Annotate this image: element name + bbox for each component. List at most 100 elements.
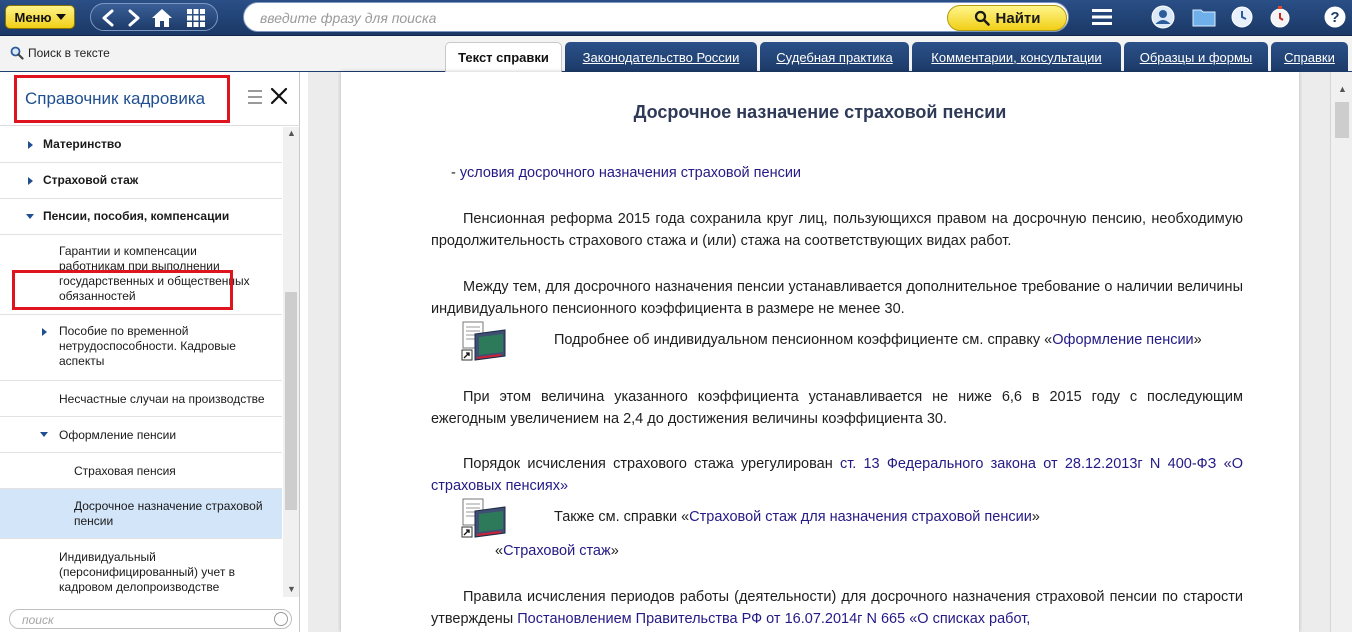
scroll-down-icon[interactable]: ▼ — [287, 584, 296, 594]
document-page: Досрочное назначение страховой пенсии - … — [341, 72, 1299, 632]
insurance-record-for-pension-link[interactable]: Страховой стаж для назначения страховой … — [689, 509, 1032, 525]
search-input[interactable] — [260, 9, 940, 27]
paragraph-text: При этом величина указанного коэффициент… — [431, 389, 1243, 427]
bullet-prefix: - — [451, 165, 460, 181]
collapse-arrow-icon[interactable] — [26, 214, 34, 219]
scrollbar-thumb[interactable] — [1335, 102, 1349, 138]
tab-label: Законодательство России — [582, 49, 740, 65]
sidebar-item-insurance-pension[interactable]: Страховая пенсия — [0, 453, 282, 489]
sidebar-item-personified-accounting[interactable]: Индивидуальный (персонифицированный) уче… — [0, 539, 282, 597]
sidebar-header: Справочник кадровика — [0, 72, 300, 126]
note-2-continued: «Страховой стаж» — [495, 541, 1285, 561]
tab-label: Образцы и формы — [1139, 49, 1253, 65]
magnifier-icon — [974, 10, 990, 26]
sidebar-item-pensions-benefits[interactable]: Пенсии, пособия, компенсации — [0, 199, 282, 235]
search-in-text-button[interactable]: Поиск в тексте — [10, 46, 110, 60]
sidebar-search-input[interactable] — [22, 612, 262, 627]
tab-label: Судебная практика — [776, 49, 893, 65]
close-icon[interactable] — [270, 87, 288, 105]
navigation-group — [90, 3, 218, 31]
sidebar-item-label: Досрочное назначение страховой пенсии — [74, 499, 263, 528]
document-tabs: Текст справки Законодательство России Су… — [445, 42, 1348, 72]
early-pension-conditions-link[interactable]: условия досрочного назначения страховой … — [460, 165, 801, 181]
caret-down-icon — [55, 14, 66, 20]
back-icon[interactable] — [97, 7, 119, 29]
bullet-line: - условия досрочного назначения страхово… — [451, 162, 1263, 184]
sidebar-item-accidents[interactable]: Несчастные случаи на производстве — [0, 381, 282, 417]
magnifier-icon — [10, 46, 24, 60]
user-profile-icon[interactable] — [1150, 4, 1176, 30]
tab-label: Комментарии, консультации — [931, 49, 1102, 65]
help-icon[interactable]: ? — [1322, 4, 1348, 30]
tab-comments[interactable]: Комментарии, консультации — [912, 42, 1121, 72]
sidebar-item-guarantees[interactable]: Гарантии и компенсации работникам при вы… — [0, 235, 282, 315]
government-decree-665-link[interactable]: Постановлением Правительства РФ от 16.07… — [517, 611, 1030, 627]
sidebar-item-label: Страховой стаж — [43, 173, 139, 187]
expand-arrow-icon[interactable] — [42, 328, 47, 336]
scrollbar-thumb[interactable] — [285, 292, 297, 510]
note-text: » — [1193, 332, 1202, 348]
document-title: Досрочное назначение страховой пенсии — [633, 102, 1007, 122]
find-button[interactable]: Найти — [947, 5, 1067, 31]
paragraph-2: Между тем, для досрочного назначения пен… — [431, 276, 1243, 320]
paragraph-5: Правила исчисления периодов работы (деят… — [431, 586, 1243, 630]
clear-search-icon[interactable] — [274, 612, 288, 626]
insurance-record-link[interactable]: Страховой стаж — [503, 543, 611, 559]
note-text: » — [1031, 509, 1040, 525]
note-text: » — [610, 543, 619, 559]
menu-button[interactable]: Меню — [5, 5, 75, 29]
folder-icon[interactable] — [1191, 4, 1217, 30]
sidebar-item-label: Пенсии, пособия, компенсации — [43, 209, 230, 223]
sidebar-item-insurance-record[interactable]: Страховой стаж — [0, 163, 282, 199]
tab-label: Справки — [1284, 49, 1335, 65]
tab-reference-text[interactable]: Текст справки — [445, 42, 562, 72]
note-text: Также см. справки « — [554, 509, 690, 525]
sidebar-item-maternity[interactable]: Материнство — [0, 127, 282, 163]
tab-references[interactable]: Справки — [1271, 42, 1348, 72]
home-icon[interactable] — [151, 7, 173, 29]
tab-templates-forms[interactable]: Образцы и формы — [1124, 42, 1268, 72]
paragraph-4: Порядок исчисления страхового стажа урег… — [431, 453, 1243, 497]
expand-arrow-icon[interactable] — [28, 141, 33, 149]
scroll-up-icon[interactable]: ▲ — [1338, 84, 1347, 94]
sidebar-tree: Материнство Страховой стаж Пенсии, пособ… — [0, 127, 282, 597]
sidebar-item-early-pension[interactable]: Досрочное назначение страховой пенсии — [0, 489, 282, 539]
sidebar-item-sick-leave[interactable]: Пособие по временной нетрудоспособности.… — [0, 315, 282, 381]
search-in-text-label: Поиск в тексте — [28, 46, 110, 60]
sidebar-item-label: Пособие по временной нетрудоспособности.… — [59, 324, 236, 368]
additional-requirement-link[interactable]: устанавливается дополнительное требовани… — [789, 279, 1101, 295]
collapse-arrow-icon[interactable] — [40, 432, 48, 437]
toolbar-row: Поиск в тексте Текст справки Законодател… — [0, 36, 1352, 72]
hamburger-menu-icon[interactable] — [1089, 4, 1115, 30]
paragraph-1: Пенсионная реформа 2015 года сохранила к… — [431, 208, 1243, 252]
paragraph-text: Пенсионная реформа 2015 года сохранила к… — [431, 211, 1243, 249]
sidebar-item-pension-registration[interactable]: Оформление пенсии — [0, 417, 282, 453]
sidebar: Справочник кадровика Материнство Страхов… — [0, 72, 300, 632]
top-bar: Меню Найти — [0, 0, 1352, 36]
expand-arrow-icon[interactable] — [28, 177, 33, 185]
sidebar-item-label: Материнство — [43, 137, 122, 151]
tab-label: Текст справки — [458, 50, 549, 65]
note-text: Подробнее об индивидуальном пенсионном к… — [554, 332, 1053, 348]
tab-russian-legislation[interactable]: Законодательство России — [565, 42, 757, 72]
search-box: Найти — [243, 2, 1069, 32]
reference-document-icon[interactable] — [461, 320, 507, 364]
sidebar-menu-icon[interactable] — [248, 90, 262, 104]
sidebar-scrollbar[interactable]: ▲ ▼ — [283, 127, 299, 597]
reference-document-icon[interactable] — [461, 497, 507, 541]
document-scrollbar[interactable]: ▲ — [1330, 72, 1352, 632]
sidebar-item-label: Индивидуальный (персонифицированный) уче… — [59, 550, 236, 594]
history-clock-icon[interactable] — [1229, 4, 1255, 30]
note-text: « — [495, 543, 504, 559]
stopwatch-icon[interactable] — [1267, 4, 1293, 30]
tab-court-practice[interactable]: Судебная практика — [760, 42, 909, 72]
forward-icon[interactable] — [123, 7, 145, 29]
document-area: Досрочное назначение страховой пенсии - … — [308, 72, 1330, 632]
svg-text:?: ? — [1330, 9, 1339, 26]
sidebar-search — [9, 609, 292, 629]
pension-registration-link[interactable]: Оформление пенсии — [1052, 332, 1193, 348]
scroll-up-icon[interactable]: ▲ — [287, 128, 296, 138]
find-button-label: Найти — [995, 9, 1041, 27]
grid-icon[interactable] — [185, 7, 207, 29]
menu-button-label: Меню — [14, 9, 52, 25]
